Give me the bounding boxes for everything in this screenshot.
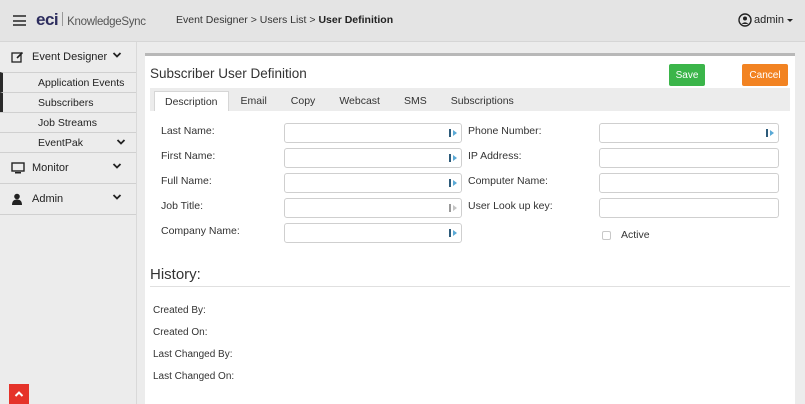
logo-brand: eci	[36, 10, 59, 29]
sidebar-sub-label: EventPak	[38, 136, 83, 149]
cancel-button[interactable]: Cancel	[742, 64, 788, 86]
company-name-input[interactable]	[284, 223, 462, 243]
chevron-up-icon	[14, 391, 24, 397]
user-lookup-key-input[interactable]	[599, 198, 779, 218]
sidebar-label: Admin	[32, 193, 64, 205]
page-title: Subscriber User Definition	[150, 66, 307, 81]
ip-address-label: IP Address:	[468, 150, 522, 162]
history-divider	[150, 286, 790, 287]
user-lookup-key-label: User Look up key:	[468, 200, 553, 212]
sidebar-sub-label: Subscribers	[38, 96, 94, 109]
hamburger-icon[interactable]	[13, 15, 26, 26]
sidebar-label: Monitor	[32, 162, 69, 174]
last-name-label: Last Name:	[161, 125, 215, 137]
chevron-down-icon	[112, 52, 122, 58]
computer-name-label: Computer Name:	[468, 175, 548, 187]
job-title-input[interactable]	[284, 198, 462, 218]
sidebar-sub-label: Job Streams	[38, 116, 97, 129]
breadcrumb-separator: >	[309, 14, 316, 26]
sidebar-item-monitor[interactable]: Monitor	[0, 153, 136, 183]
edit-icon	[11, 51, 27, 63]
user-icon	[11, 193, 27, 205]
computer-name-input[interactable]	[599, 173, 779, 193]
job-title-label: Job Title:	[161, 200, 204, 212]
sidebar-item-application-events[interactable]: Application Events	[0, 72, 136, 92]
phone-number-label: Phone Number:	[468, 125, 542, 137]
company-name-label: Company Name:	[161, 225, 240, 237]
tab-webcast[interactable]: Webcast	[327, 91, 392, 111]
logo-product: KnowledgeSync	[67, 16, 146, 28]
last-changed-by-label: Last Changed By:	[153, 349, 233, 360]
breadcrumb-separator: >	[250, 14, 257, 26]
sidebar-item-job-streams[interactable]: Job Streams	[0, 112, 136, 132]
text-cursor-icon	[449, 179, 457, 187]
sidebar: Event Designer Application Events Subscr…	[0, 42, 137, 404]
sidebar-item-event-designer[interactable]: Event Designer	[0, 42, 136, 72]
tab-email[interactable]: Email	[229, 91, 279, 111]
tab-sms[interactable]: SMS	[392, 91, 439, 111]
sidebar-item-eventpak[interactable]: EventPak	[0, 132, 136, 152]
monitor-icon	[11, 162, 27, 174]
last-name-input[interactable]	[284, 123, 462, 143]
tab-description[interactable]: Description	[154, 91, 229, 111]
chevron-down-icon	[112, 163, 122, 169]
history-heading: History:	[150, 266, 201, 283]
scroll-to-top-button[interactable]	[9, 384, 29, 404]
full-name-label: Full Name:	[161, 175, 212, 187]
sidebar-item-subscribers[interactable]: Subscribers	[0, 92, 136, 112]
text-cursor-icon	[449, 129, 457, 137]
created-on-label: Created On:	[153, 327, 208, 338]
caret-down-icon	[787, 19, 793, 22]
tab-bar: Description Email Copy Webcast SMS Subsc…	[150, 88, 790, 111]
tab-subscriptions[interactable]: Subscriptions	[439, 91, 526, 111]
text-cursor-icon	[449, 204, 457, 212]
top-bar: eci KnowledgeSync Event Designer > Users …	[0, 0, 805, 42]
logo: eci KnowledgeSync	[36, 10, 146, 30]
user-menu[interactable]: admin	[738, 13, 794, 27]
chevron-down-icon	[116, 139, 126, 145]
tab-copy[interactable]: Copy	[279, 91, 328, 111]
breadcrumb-users-list[interactable]: Users List	[260, 14, 307, 26]
active-checkbox[interactable]	[602, 231, 611, 240]
user-circle-icon	[738, 13, 752, 27]
breadcrumb: Event Designer > Users List > User Defin…	[176, 14, 393, 26]
user-definition-panel: Subscriber User Definition Save Cancel D…	[145, 53, 795, 404]
last-changed-on-label: Last Changed On:	[153, 371, 235, 382]
sidebar-item-admin[interactable]: Admin	[0, 184, 136, 214]
first-name-label: First Name:	[161, 150, 216, 162]
chevron-down-icon	[112, 194, 122, 200]
ip-address-input[interactable]	[599, 148, 779, 168]
active-label: Active	[621, 229, 650, 241]
sidebar-sub-label: Application Events	[38, 76, 125, 89]
first-name-input[interactable]	[284, 148, 462, 168]
save-button[interactable]: Save	[669, 64, 705, 86]
breadcrumb-current: User Definition	[318, 14, 394, 26]
sidebar-label: Event Designer	[32, 51, 108, 63]
breadcrumb-event-designer[interactable]: Event Designer	[176, 14, 248, 26]
text-cursor-icon	[766, 129, 774, 137]
full-name-input[interactable]	[284, 173, 462, 193]
phone-number-input[interactable]	[599, 123, 779, 143]
user-name: admin	[754, 14, 784, 26]
created-by-label: Created By:	[153, 305, 206, 316]
text-cursor-icon	[449, 229, 457, 237]
text-cursor-icon	[449, 154, 457, 162]
